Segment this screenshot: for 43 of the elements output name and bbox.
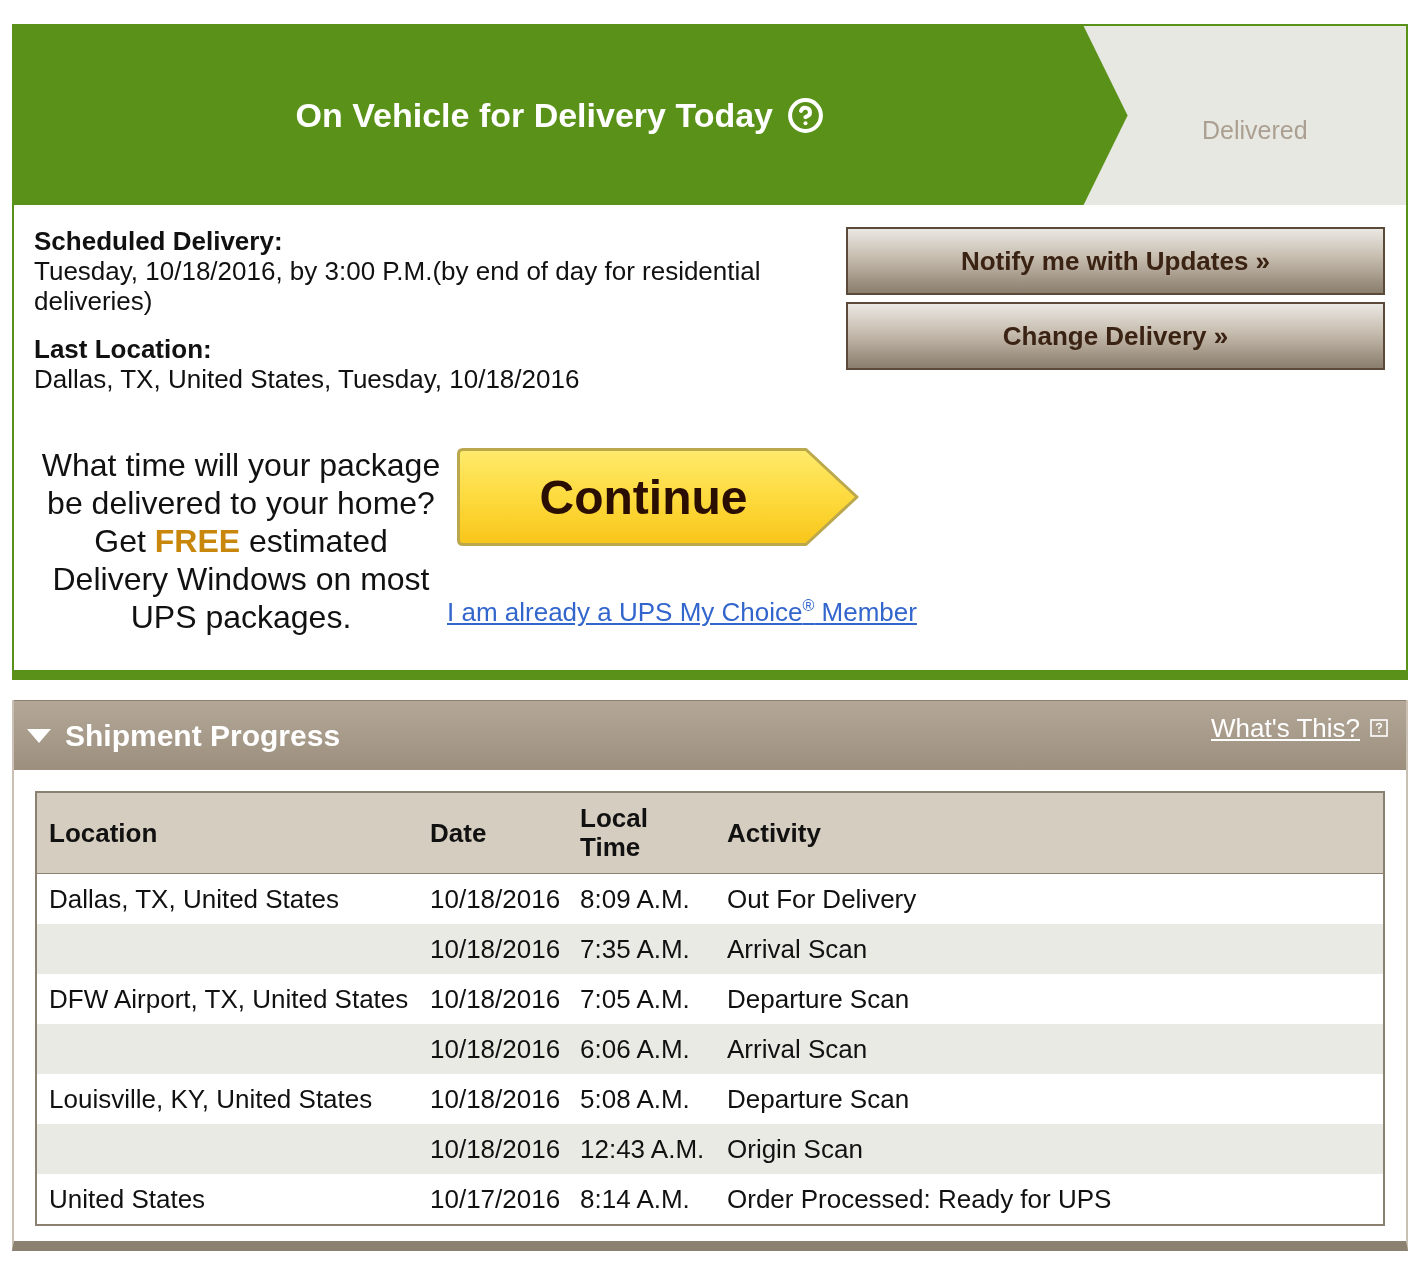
action-button[interactable]: Notify me with Updates » [846,227,1385,295]
table-cell-text: Arrival Scan [726,1034,869,1064]
question-box-icon[interactable] [1370,719,1388,737]
info-value: Tuesday, 10/18/2016, by 3:00 P.M.(by end of day for residential deliveries) [34,256,762,316]
promo-text: What time will your package be delivered to your home? Get FREE estimated Delivery Windows on most UPS packages. [40,446,442,636]
table-cell-text: 8:09 A.M. [579,884,691,914]
table-cell-text: 10/17/2016 [429,1184,562,1214]
info-label: Scheduled Delivery: [34,226,284,256]
table-cell-text: 7:35 A.M. [579,934,691,964]
table-cell-text: 10/18/2016 [429,1084,562,1114]
column-header: Activity [726,818,822,848]
table-cell-text: Louisville, KY, United States [48,1084,374,1114]
table-cell-text: 12:43 A.M. [579,1134,706,1164]
action-button[interactable]: Change Delivery » [846,302,1385,370]
info-value: Dallas, TX, United States, Tuesday, 10/18/2016 [34,364,581,394]
column-header: Location [48,818,159,848]
table-cell-text: Origin Scan [726,1134,864,1164]
info-label: Last Location: [34,334,213,364]
table-cell-text: 5:08 A.M. [579,1084,691,1114]
table-cell-text: 10/18/2016 [429,984,562,1014]
column-header: Local Time [579,804,649,862]
table-cell-text: 10/18/2016 [429,1134,562,1164]
table-cell-text: 7:05 A.M. [579,984,691,1014]
status-step-label: On Vehicle for Delivery Today [295,96,773,135]
member-link[interactable]: I am already a UPS My Choice$^{®}$ Member [447,597,917,627]
table-cell-text: 6:06 A.M. [579,1034,691,1064]
column-header: Date [429,818,488,848]
table-cell-text: Order Processed: Ready for UPS [726,1184,1113,1214]
section-title: Shipment Progress [65,718,341,753]
table-cell-text: Departure Scan [726,1084,911,1114]
table-cell-text: 10/18/2016 [429,1034,562,1064]
table-cell-text: 10/18/2016 [429,884,562,914]
table-cell-text: 8:14 A.M. [579,1184,691,1214]
status-step-label: Delivered [1202,116,1308,145]
table-cell-text: DFW Airport, TX, United States [48,984,410,1014]
table-cell-text: Dallas, TX, United States [48,884,340,914]
help-icon[interactable] [787,97,824,134]
table-cell-text: 10/18/2016 [429,934,562,964]
table-cell-text: Departure Scan [726,984,911,1014]
continue-button[interactable]: Continue [456,447,861,547]
table-cell-text: Arrival Scan [726,934,869,964]
table-cell-text: Out For Delivery [726,884,918,914]
table-cell-text: United States [48,1184,207,1214]
